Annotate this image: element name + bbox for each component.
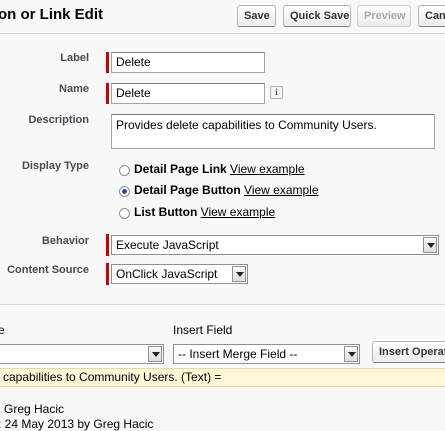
display-type-option-detail-button: Detail Page Button View example (134, 183, 319, 197)
required-indicator (106, 52, 109, 73)
display-type-radio-list-button[interactable] (119, 208, 130, 219)
chevron-down-icon[interactable] (423, 237, 437, 253)
name-field-label: Name (59, 83, 89, 95)
view-example-link[interactable]: View example (244, 183, 318, 197)
view-example-link[interactable]: View example (230, 162, 304, 176)
description-field-label: Description (28, 114, 89, 126)
preview-button[interactable]: Preview (357, 5, 411, 27)
content-source-select[interactable]: OnClick JavaScript (111, 264, 248, 284)
cancel-button[interactable]: Cancel (418, 5, 445, 27)
description-textarea[interactable]: Provides delete capabilities to Communit… (111, 114, 435, 149)
content-source-field-label: Content Source (7, 264, 89, 276)
section-divider (0, 304, 445, 305)
behavior-select[interactable]: Execute JavaScript (111, 235, 439, 255)
formula-bar: capabilities to Community Users. (Text) … (0, 368, 445, 387)
option-label: List Button (134, 205, 198, 219)
display-type-field-label: Display Type (21, 160, 89, 172)
function-label: e (0, 323, 5, 337)
label-field-label: Label (60, 52, 89, 64)
option-label: Detail Page Button (134, 183, 241, 197)
page-title: on or Link Edit (0, 6, 103, 23)
required-indicator (106, 83, 109, 104)
formula-bar-text: capabilities to Community Users. (Text) … (3, 370, 222, 384)
required-indicator (106, 263, 109, 285)
name-input[interactable]: Delete (111, 83, 265, 104)
content-source-selected-value: OnClick JavaScript (116, 267, 218, 281)
insert-field-label: Insert Field (173, 323, 233, 337)
insert-operator-button[interactable]: Insert Operator (372, 341, 445, 363)
label-input[interactable]: Delete (111, 52, 265, 73)
function-select[interactable] (0, 344, 164, 364)
created-by-value: Greg Hacic (4, 402, 65, 416)
info-icon[interactable]: i (270, 86, 283, 99)
display-type-radio-detail-link[interactable] (119, 165, 130, 176)
behavior-selected-value: Execute JavaScript (116, 238, 219, 252)
display-type-option-list-button: List Button View example (134, 205, 275, 219)
chevron-down-icon[interactable] (344, 346, 358, 362)
quick-save-button[interactable]: Quick Save (283, 5, 351, 27)
view-example-link[interactable]: View example (201, 205, 275, 219)
save-button[interactable]: Save (237, 5, 276, 27)
required-indicator (106, 234, 109, 256)
chevron-down-icon[interactable] (148, 346, 162, 362)
display-type-radio-detail-button[interactable] (119, 186, 130, 197)
option-label: Detail Page Link (134, 162, 227, 176)
behavior-field-label: Behavior (41, 235, 89, 247)
insert-field-select[interactable]: -- Insert Merge Field -- (173, 344, 360, 364)
header-divider (0, 33, 445, 34)
chevron-down-icon[interactable] (232, 266, 246, 282)
display-type-option-detail-link: Detail Page Link View example (134, 162, 305, 176)
insert-field-selected-value: -- Insert Merge Field -- (178, 347, 298, 361)
modified-value: : 24 May 2013 by Greg Hacic (0, 417, 154, 431)
